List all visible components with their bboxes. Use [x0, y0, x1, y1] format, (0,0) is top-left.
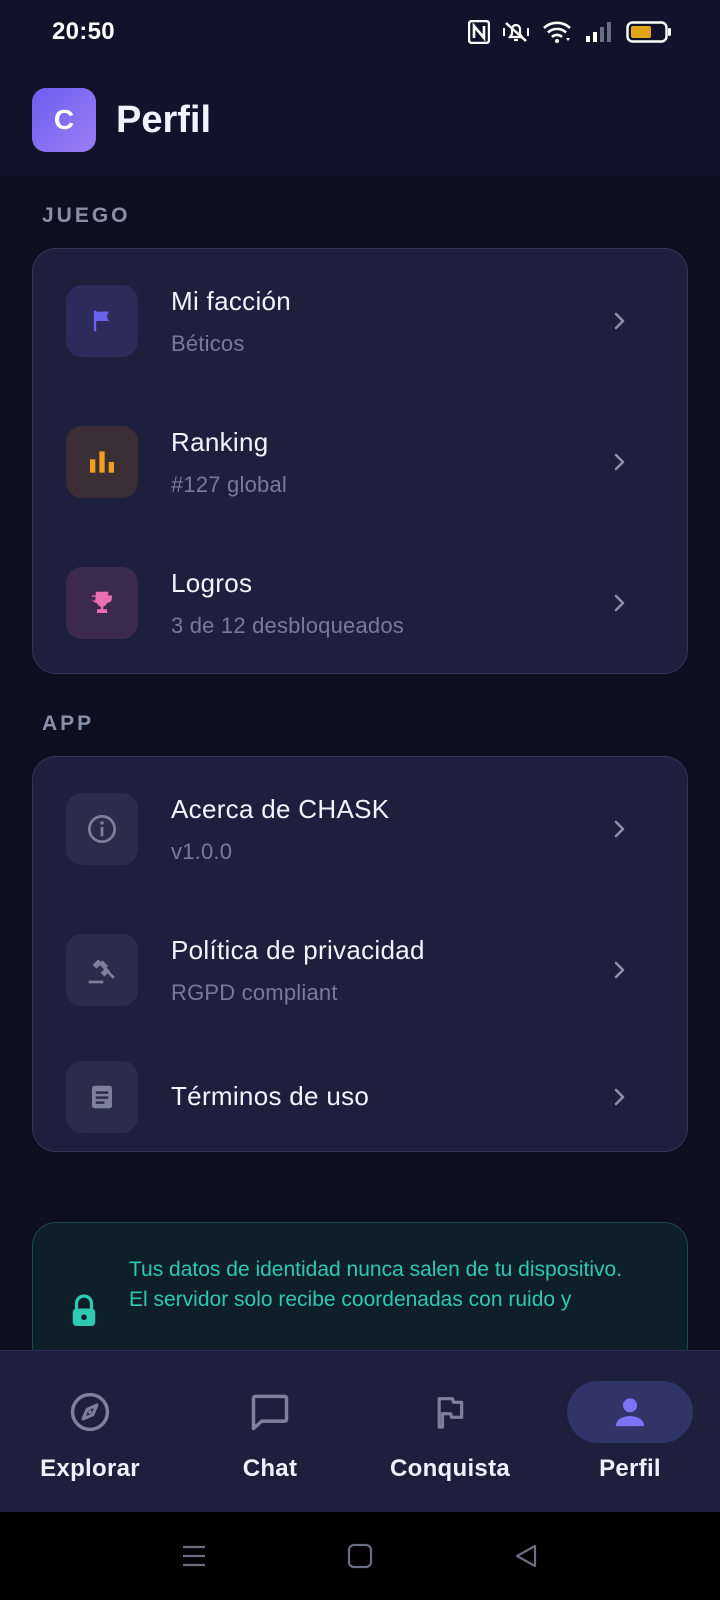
menu-item-title: Política de privacidad — [171, 934, 425, 965]
chat-icon — [207, 1381, 333, 1443]
back-button[interactable] — [512, 1542, 540, 1575]
nav-label: Explorar — [40, 1455, 140, 1482]
nav-tab-explore[interactable]: Explorar — [0, 1351, 180, 1513]
chevron-right-icon — [614, 820, 625, 838]
menu-item-title: Ranking — [171, 426, 269, 457]
avatar: C — [32, 88, 96, 152]
game-settings-card: Mi facción Béticos Ranking #127 global L… — [32, 248, 688, 674]
menu-item-ranking[interactable]: Ranking #127 global — [33, 412, 689, 512]
nav-label: Conquista — [389, 1455, 511, 1482]
menu-item-title: Términos de uso — [171, 1081, 370, 1111]
section-label-game: JUEGO — [42, 204, 131, 227]
person-icon — [567, 1381, 693, 1443]
status-time: 20:50 — [52, 18, 115, 45]
home-button[interactable] — [346, 1542, 374, 1575]
menu-item-subtitle: #127 global — [171, 471, 287, 497]
flag-outline-icon — [387, 1381, 513, 1443]
privacy-notice-line: Tus datos de identidad nunca salen de tu… — [129, 1258, 623, 1281]
bottom-navigation: Explorar Chat Conquista Perfil — [0, 1350, 720, 1512]
chevron-right-icon — [614, 1088, 625, 1106]
recents-button[interactable] — [180, 1542, 208, 1575]
profile-content[interactable]: JUEGO Mi facción Béticos Ranking #127 gl… — [0, 176, 720, 1350]
chevron-right-icon — [614, 961, 625, 979]
battery-icon — [626, 20, 672, 44]
wifi-icon — [542, 20, 572, 44]
menu-item-title: Acerca de CHASK — [171, 793, 390, 824]
menu-item-achievements[interactable]: Logros 3 de 12 desbloqueados — [33, 553, 689, 653]
info-icon — [66, 793, 138, 865]
flag-icon — [66, 285, 138, 357]
nav-tab-chat[interactable]: Chat — [180, 1351, 360, 1513]
page-title: Perfil — [116, 98, 212, 141]
privacy-notice-line: El servidor solo recibe coordenadas con … — [129, 1288, 572, 1311]
gavel-icon — [66, 934, 138, 1006]
status-bar: 20:50 — [0, 0, 720, 64]
nav-label: Perfil — [599, 1455, 661, 1482]
privacy-notice: Tus datos de identidad nunca salen de tu… — [32, 1222, 688, 1350]
nfc-icon — [468, 20, 490, 44]
menu-item-title: Mi facción — [171, 285, 292, 316]
menu-item-privacy-policy[interactable]: Política de privacidad RGPD compliant — [33, 920, 689, 1020]
menu-item-my-faction[interactable]: Mi facción Béticos — [33, 271, 689, 371]
nav-tab-profile[interactable]: Perfil — [540, 1351, 720, 1513]
system-navigation-bar — [0, 1512, 720, 1600]
chevron-right-icon — [614, 594, 625, 612]
menu-item-about[interactable]: Acerca de CHASK v1.0.0 — [33, 779, 689, 879]
lock-icon — [69, 1293, 99, 1334]
nav-tab-conquest[interactable]: Conquista — [360, 1351, 540, 1513]
menu-item-subtitle: 3 de 12 desbloqueados — [171, 612, 404, 638]
signal-icon — [584, 20, 614, 44]
menu-item-subtitle: v1.0.0 — [171, 838, 233, 864]
bar-chart-icon — [66, 426, 138, 498]
app-header: C Perfil — [0, 64, 720, 176]
menu-item-subtitle: RGPD compliant — [171, 979, 338, 1005]
chevron-right-icon — [614, 312, 625, 330]
vibrate-off-icon — [502, 20, 530, 44]
chevron-right-icon — [614, 453, 625, 471]
menu-item-subtitle: Béticos — [171, 330, 245, 356]
menu-item-terms[interactable]: Términos de uso — [33, 1047, 689, 1147]
trophy-icon — [66, 567, 138, 639]
app-settings-card: Acerca de CHASK v1.0.0 Política de priva… — [32, 756, 688, 1152]
nav-label: Chat — [242, 1455, 298, 1482]
menu-item-title: Logros — [171, 567, 253, 598]
section-label-app: APP — [42, 712, 95, 735]
document-icon — [66, 1061, 138, 1133]
status-icons — [468, 20, 672, 44]
compass-icon — [27, 1381, 153, 1443]
